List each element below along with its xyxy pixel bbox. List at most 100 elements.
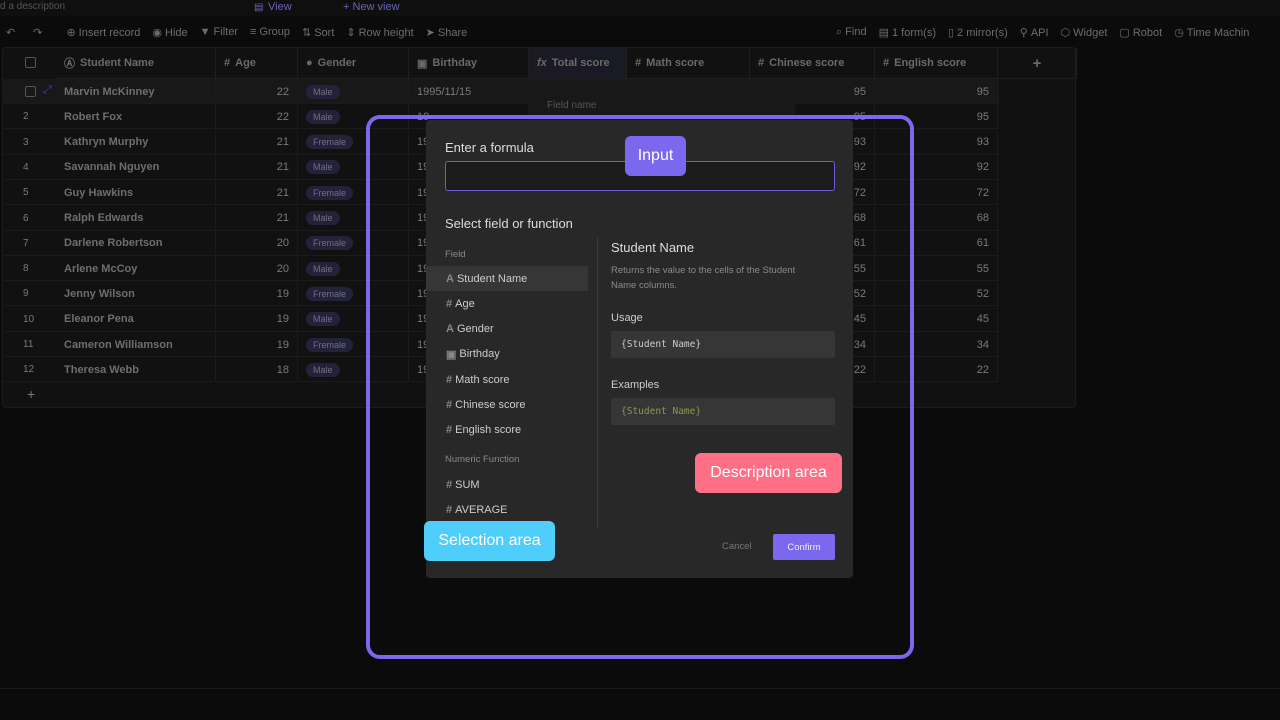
cell-name[interactable]: Arlene McCoy: [56, 256, 216, 282]
toolbar-label: Insert record: [78, 26, 141, 39]
cell-name[interactable]: Savannah Nguyen: [56, 154, 216, 180]
cell-name[interactable]: Eleanor Pena: [56, 306, 216, 332]
function-item[interactable]: # AVERAGE: [426, 497, 588, 522]
toolbar-icon: ⇕: [346, 26, 356, 39]
text-icon: Ⓐ: [64, 58, 75, 70]
field-item[interactable]: # Age: [426, 291, 588, 316]
age-value: 21: [276, 186, 289, 199]
column-header[interactable]: ● Gender: [298, 48, 409, 79]
toolbar-icon: ⬡: [1060, 26, 1071, 39]
cell-name[interactable]: Ralph Edwards: [56, 205, 216, 231]
toolbar-group-button[interactable]: ≡ Group: [250, 26, 290, 39]
undo-icon[interactable]: ↶: [6, 26, 15, 39]
age-value: 18: [276, 363, 289, 376]
divider: [597, 238, 598, 528]
toolbar-find-button[interactable]: ⌕ Find: [836, 26, 867, 39]
toolbar-api-button[interactable]: ⚲ API: [1020, 26, 1049, 39]
cell-age[interactable]: 22: [216, 104, 298, 130]
number-icon: #: [758, 57, 765, 69]
field-item[interactable]: A Gender: [426, 317, 588, 342]
column-header[interactable]: # English score: [875, 48, 998, 79]
calendar-icon: ▣: [417, 57, 428, 70]
cell-name[interactable]: Robert Fox: [56, 104, 216, 130]
column-header[interactable]: # Math score: [627, 48, 750, 79]
confirm-button[interactable]: Confirm: [773, 534, 835, 560]
toolbar-widget-button[interactable]: ⬡ Widget: [1061, 26, 1108, 39]
column-header[interactable]: fx Total score: [529, 48, 627, 79]
cell-age[interactable]: 22: [216, 79, 298, 104]
name-value: Guy Hawkins: [64, 186, 134, 199]
function-item[interactable]: # SUM: [426, 472, 588, 497]
age-value: 21: [276, 212, 289, 224]
select-all-checkbox[interactable]: [25, 57, 36, 68]
number-icon: #: [883, 57, 890, 69]
field-type-icon: #: [446, 478, 453, 491]
field-item[interactable]: # Chinese score: [426, 393, 588, 418]
column-header[interactable]: # Chinese score: [750, 48, 875, 79]
cell-age[interactable]: 21: [216, 129, 298, 155]
cell-age[interactable]: 19: [216, 332, 298, 357]
item-label: SUM: [455, 478, 480, 491]
description-field[interactable]: d a description: [0, 1, 65, 12]
cell-age[interactable]: 21: [216, 180, 298, 206]
toolbar-share-button[interactable]: ➤ Share: [426, 26, 468, 39]
field-item[interactable]: # Math score: [426, 367, 588, 392]
row-number: 3: [23, 136, 29, 148]
field-item[interactable]: # English score: [426, 418, 588, 443]
toolbar-filter-button[interactable]: ▼ Filter: [200, 26, 238, 39]
toolbar-label: Filter: [213, 25, 238, 38]
toolbar-time-machin-button[interactable]: ◷ Time Machin: [1174, 26, 1249, 39]
name-value: Eleanor Pena: [64, 313, 134, 326]
cell-age[interactable]: 18: [216, 357, 298, 383]
cell-age[interactable]: 20: [216, 230, 298, 256]
toolbar-sort-button[interactable]: ⇅ Sort: [302, 26, 334, 39]
new-view-button[interactable]: + New view: [343, 1, 400, 14]
toolbar-robot-button[interactable]: ▢ Robot: [1119, 26, 1162, 39]
cell-age[interactable]: 20: [216, 256, 298, 282]
score-value: 95: [853, 85, 866, 98]
toolbar-label: Time Machin: [1186, 26, 1250, 39]
score-value: 72: [976, 186, 989, 199]
cell-name[interactable]: Cameron Williamson: [56, 332, 216, 357]
expand-icon[interactable]: ⤢: [43, 84, 52, 97]
toolbar-2-mirror-s--button[interactable]: ▯ 2 mirror(s): [948, 26, 1008, 39]
add-row-button[interactable]: +: [27, 386, 35, 402]
cell-english-score[interactable]: 95: [875, 79, 998, 104]
name-value: Jenny Wilson: [64, 287, 135, 300]
cell-age[interactable]: 19: [216, 306, 298, 332]
row-number: 8: [23, 263, 29, 275]
cell-name[interactable]: Kathryn Murphy: [56, 129, 216, 155]
cell-name[interactable]: Theresa Webb: [56, 357, 216, 383]
redo-icon[interactable]: ↷: [33, 26, 42, 39]
item-label: AVERAGE: [455, 503, 508, 516]
field-item[interactable]: ▣ Birthday: [426, 342, 588, 367]
field-item[interactable]: A Student Name: [426, 266, 588, 291]
column-header[interactable]: # Age: [216, 48, 298, 79]
view-tab[interactable]: View: [268, 1, 292, 14]
cell-name[interactable]: Jenny Wilson: [56, 281, 216, 307]
cell-gender[interactable]: Male: [298, 79, 409, 104]
column-header[interactable]: Ⓐ Student Name: [56, 48, 216, 79]
toolbar-1-form-s--button[interactable]: ▤ 1 form(s): [879, 26, 936, 39]
column-header[interactable]: ▣ Birthday: [409, 48, 529, 79]
toolbar-row-height-button[interactable]: ⇕ Row height: [346, 26, 413, 39]
cell-age[interactable]: 21: [216, 154, 298, 180]
function-group-label: Numeric Function: [445, 454, 520, 465]
cancel-button[interactable]: Cancel: [722, 541, 752, 552]
toolbar-hide-button[interactable]: ◉ Hide: [152, 26, 187, 39]
toolbar-insert-record-button[interactable]: ⊕ Insert record: [66, 26, 140, 39]
row-checkbox[interactable]: [25, 86, 36, 97]
gender-value: Male: [306, 362, 340, 377]
cell-name[interactable]: Guy Hawkins: [56, 180, 216, 206]
cell-name[interactable]: Darlene Robertson: [56, 230, 216, 256]
add-column-button[interactable]: +: [998, 48, 1077, 79]
age-value: 22: [276, 110, 289, 123]
table-row[interactable]: 1⤢Marvin McKinney22Male1995/11/159595: [3, 79, 999, 104]
cell-birthday[interactable]: 1995/11/15: [409, 79, 529, 104]
cell-age[interactable]: 19: [216, 281, 298, 307]
cell-name[interactable]: Marvin McKinney: [56, 79, 216, 104]
cell-age[interactable]: 21: [216, 205, 298, 231]
column-title: Age: [235, 57, 256, 69]
age-value: 19: [276, 338, 289, 351]
toolbar-icon: ⌕: [836, 25, 843, 38]
